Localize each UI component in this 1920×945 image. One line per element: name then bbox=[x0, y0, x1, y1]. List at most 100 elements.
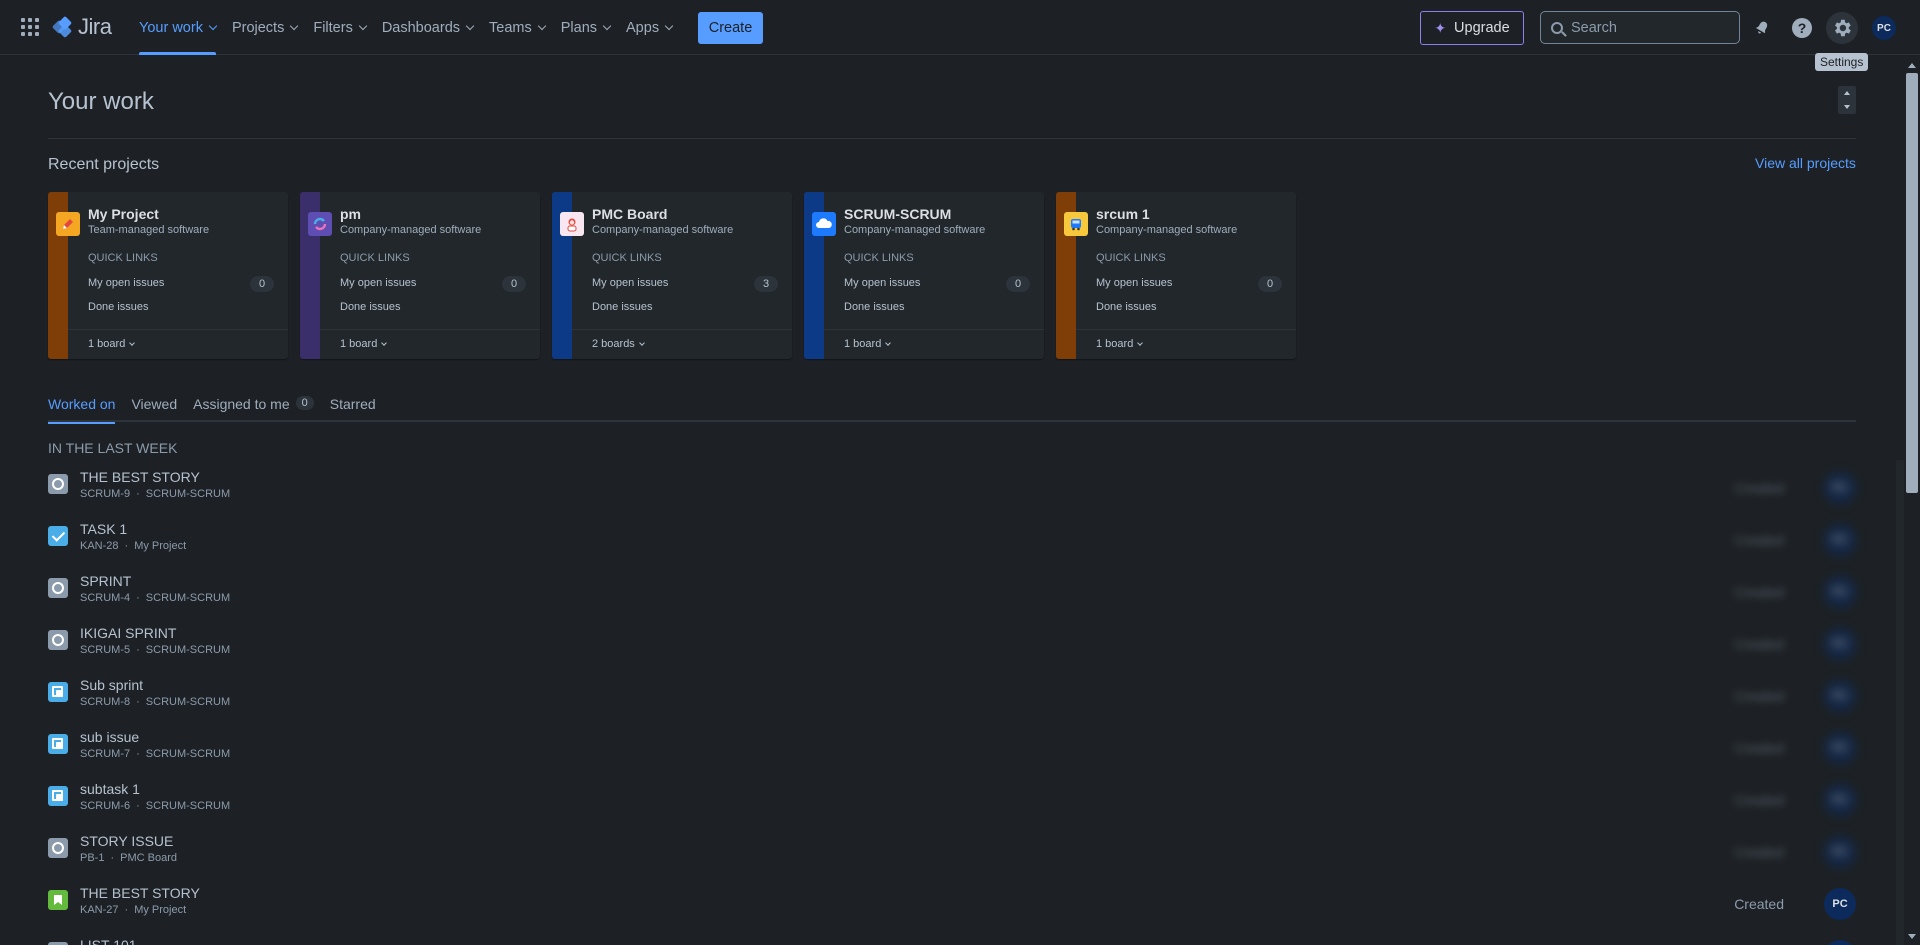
profile-avatar[interactable]: PC bbox=[1872, 16, 1896, 40]
list-item[interactable]: LIST 101 bbox=[48, 934, 1856, 945]
scrollbar-thumb[interactable] bbox=[1906, 73, 1918, 493]
open-issues-count: 0 bbox=[1258, 276, 1282, 292]
project-name[interactable]: PMC Board bbox=[592, 206, 667, 222]
project-name[interactable]: srcum 1 bbox=[1096, 206, 1150, 222]
search-input[interactable] bbox=[1571, 19, 1721, 36]
boards-dropdown[interactable]: 1 board bbox=[340, 338, 388, 350]
issue-project: PMC Board bbox=[120, 852, 177, 864]
project-name[interactable]: pm bbox=[340, 206, 361, 222]
boards-dropdown[interactable]: 1 board bbox=[844, 338, 892, 350]
list-item[interactable]: subtask 1 SCRUM-6 · SCRUM-SCRUM Created PC bbox=[48, 778, 1856, 830]
scroll-down-icon[interactable] bbox=[1908, 934, 1916, 939]
scroll-up-icon[interactable] bbox=[1844, 91, 1850, 95]
person-icon bbox=[560, 212, 584, 236]
tab-label: Starred bbox=[329, 396, 376, 412]
upgrade-button[interactable]: ✦ Upgrade bbox=[1420, 11, 1524, 45]
issue-title[interactable]: LIST 101 bbox=[80, 937, 137, 945]
search-icon bbox=[1551, 21, 1563, 34]
nav-filters[interactable]: Filters bbox=[305, 0, 373, 55]
quick-links-label: QUICK LINKS bbox=[1096, 252, 1166, 264]
nav-dashboards[interactable]: Dashboards bbox=[374, 0, 481, 55]
issue-meta: SCRUM-9 · SCRUM-SCRUM bbox=[80, 488, 231, 500]
done-issues-link[interactable]: Done issues bbox=[844, 301, 905, 313]
tab-worked-on[interactable]: Worked on bbox=[48, 396, 116, 424]
my-open-issues-link[interactable]: My open issues bbox=[88, 277, 164, 289]
project-card[interactable]: pm Company-managed software QUICK LINKS … bbox=[300, 192, 540, 359]
nav-your-work[interactable]: Your work bbox=[131, 0, 224, 55]
list-item[interactable]: IKIGAI SPRINT SCRUM-5 · SCRUM-SCRUM Create… bbox=[48, 622, 1856, 674]
boards-label: 2 boards bbox=[592, 338, 635, 350]
nav-teams[interactable]: Teams bbox=[481, 0, 553, 55]
issue-title[interactable]: STORY ISSUE bbox=[80, 833, 173, 849]
settings-button[interactable] bbox=[1826, 12, 1858, 44]
nav-plans[interactable]: Plans bbox=[553, 0, 618, 55]
scroll-down-icon[interactable] bbox=[1844, 105, 1850, 109]
open-issues-count: 0 bbox=[502, 276, 526, 292]
issue-title[interactable]: TASK 1 bbox=[80, 521, 127, 537]
group-heading: IN THE LAST WEEK bbox=[48, 440, 178, 456]
issue-title[interactable]: THE BEST STORY bbox=[80, 885, 200, 901]
page-title: Your work bbox=[48, 88, 154, 115]
create-button[interactable]: Create bbox=[698, 12, 763, 44]
my-open-issues-link[interactable]: My open issues bbox=[592, 277, 668, 289]
project-name[interactable]: SCRUM-SCRUM bbox=[844, 206, 951, 222]
page-scrollbar[interactable] bbox=[1904, 55, 1920, 945]
done-issues-link[interactable]: Done issues bbox=[1096, 301, 1157, 313]
issue-status: Created bbox=[1734, 688, 1784, 704]
boards-dropdown[interactable]: 1 board bbox=[1096, 338, 1144, 350]
issue-title[interactable]: THE BEST STORY bbox=[80, 469, 200, 485]
list-item[interactable]: THE BEST STORY KAN-27 · My Project Created… bbox=[48, 882, 1856, 934]
issue-title[interactable]: sub issue bbox=[80, 729, 139, 745]
issue-status: Created bbox=[1734, 636, 1784, 652]
avatar: PC bbox=[1824, 576, 1856, 608]
search-box[interactable] bbox=[1540, 11, 1740, 44]
primary-nav: Your work Projects Filters Dashboards Te… bbox=[131, 0, 680, 55]
my-open-issues-link[interactable]: My open issues bbox=[1096, 277, 1172, 289]
issue-title[interactable]: SPRINT bbox=[80, 573, 131, 589]
nav-apps[interactable]: Apps bbox=[618, 0, 680, 55]
boards-label: 1 board bbox=[1096, 338, 1134, 350]
boards-dropdown[interactable]: 1 board bbox=[88, 338, 136, 350]
view-all-projects-link[interactable]: View all projects bbox=[1755, 155, 1856, 171]
nav-projects[interactable]: Projects bbox=[224, 0, 305, 55]
scroll-up-icon[interactable] bbox=[1908, 63, 1916, 68]
issue-type-icon bbox=[48, 890, 68, 910]
project-card[interactable]: SCRUM-SCRUM Company-managed software QUI… bbox=[804, 192, 1044, 359]
help-button[interactable]: ? bbox=[1786, 12, 1818, 44]
avatar[interactable]: PC bbox=[1824, 888, 1856, 920]
done-issues-link[interactable]: Done issues bbox=[592, 301, 653, 313]
list-item[interactable]: SPRINT SCRUM-4 · SCRUM-SCRUM Created PC bbox=[48, 570, 1856, 622]
list-item[interactable]: Sub sprint SCRUM-8 · SCRUM-SCRUM Created P… bbox=[48, 674, 1856, 726]
app-switcher-icon[interactable] bbox=[20, 17, 40, 37]
tab-starred[interactable]: Starred bbox=[330, 396, 376, 422]
boards-dropdown[interactable]: 2 boards bbox=[592, 338, 645, 350]
list-item[interactable]: TASK 1 KAN-28 · My Project Created PC bbox=[48, 518, 1856, 570]
issue-title[interactable]: Sub sprint bbox=[80, 677, 143, 693]
avatar: PC bbox=[1824, 472, 1856, 504]
tab-assigned-to-me[interactable]: Assigned to me 0 bbox=[193, 396, 314, 422]
project-card[interactable]: PMC Board Company-managed software QUICK… bbox=[552, 192, 792, 359]
list-item[interactable]: sub issue SCRUM-7 · SCRUM-SCRUM Created PC bbox=[48, 726, 1856, 778]
tab-viewed[interactable]: Viewed bbox=[131, 396, 177, 422]
mini-scroll-control[interactable] bbox=[1838, 86, 1856, 114]
done-issues-link[interactable]: Done issues bbox=[88, 301, 149, 313]
done-issues-link[interactable]: Done issues bbox=[340, 301, 401, 313]
project-card[interactable]: My Project Team-managed software QUICK L… bbox=[48, 192, 288, 359]
jira-logo[interactable]: Jira bbox=[51, 14, 112, 40]
issue-title[interactable]: IKIGAI SPRINT bbox=[80, 625, 176, 641]
notifications-button[interactable] bbox=[1746, 12, 1778, 44]
my-open-issues-link[interactable]: My open issues bbox=[340, 277, 416, 289]
list-item[interactable]: THE BEST STORY SCRUM-9 · SCRUM-SCRUM Creat… bbox=[48, 466, 1856, 518]
issue-meta: PB-1 · PMC Board bbox=[80, 852, 177, 864]
quick-links-label: QUICK LINKS bbox=[844, 252, 914, 264]
panel-edge bbox=[1896, 460, 1904, 945]
issue-title[interactable]: subtask 1 bbox=[80, 781, 140, 797]
open-issues-count: 3 bbox=[754, 276, 778, 292]
project-name[interactable]: My Project bbox=[88, 206, 159, 222]
list-item[interactable]: STORY ISSUE PB-1 · PMC Board Created PC bbox=[48, 830, 1856, 882]
divider bbox=[572, 329, 792, 330]
project-card[interactable]: srcum 1 Company-managed software QUICK L… bbox=[1056, 192, 1296, 359]
nav-label: Teams bbox=[489, 19, 532, 36]
help-icon: ? bbox=[1792, 18, 1812, 38]
my-open-issues-link[interactable]: My open issues bbox=[844, 277, 920, 289]
